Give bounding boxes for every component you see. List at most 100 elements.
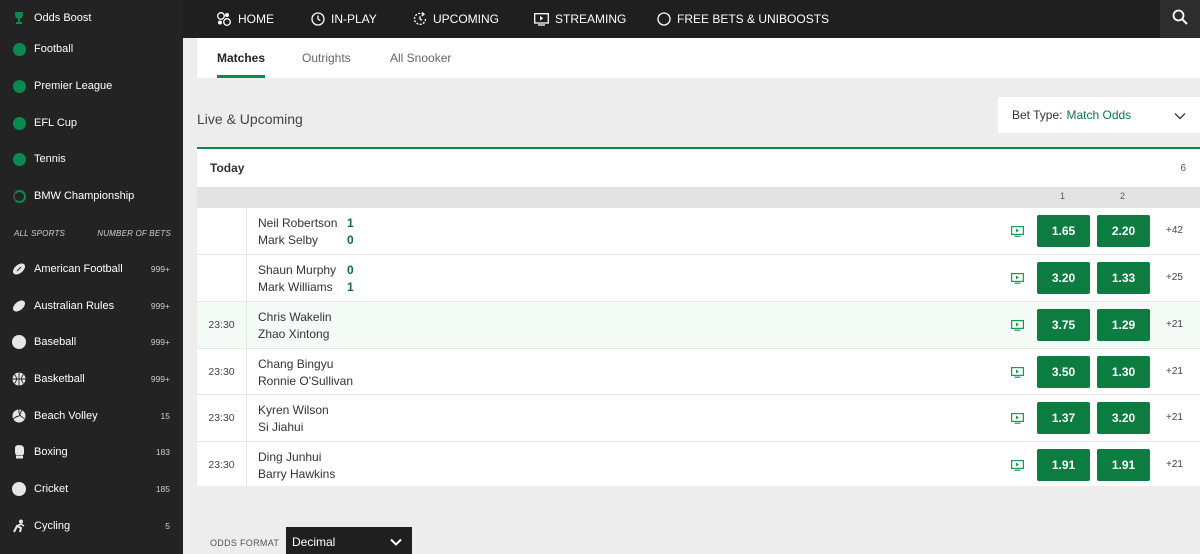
chevron-down-icon bbox=[1174, 109, 1186, 123]
match-time: 23:30 bbox=[197, 395, 247, 441]
sidebar-item-boxing[interactable]: Boxing 183 bbox=[0, 434, 183, 470]
nav-home-label: HOME bbox=[238, 12, 274, 26]
player-2-score: 0 bbox=[347, 233, 354, 247]
basketball-icon bbox=[12, 372, 26, 386]
odds-button-player-2[interactable]: 3.20 bbox=[1097, 402, 1150, 434]
nav-upcoming-label: UPCOMING bbox=[433, 12, 499, 26]
player-1-score: 0 bbox=[347, 263, 354, 277]
odds-button-player-1[interactable]: 1.91 bbox=[1037, 449, 1090, 481]
clock-icon bbox=[311, 12, 325, 26]
nav-streaming-label: STREAMING bbox=[555, 12, 627, 26]
bet-type-value: Match Odds bbox=[1066, 108, 1132, 122]
nav-upcoming[interactable]: UPCOMING bbox=[413, 0, 499, 38]
live-stream-icon[interactable] bbox=[1011, 318, 1025, 336]
odds-button-player-1[interactable]: 3.20 bbox=[1037, 262, 1090, 294]
odds-button-player-2[interactable]: 2.20 bbox=[1097, 215, 1150, 247]
live-stream-icon[interactable] bbox=[1011, 271, 1025, 289]
live-stream-icon[interactable] bbox=[1011, 411, 1025, 429]
odds-format-label: ODDS FORMAT bbox=[210, 538, 280, 548]
odds-button-player-2[interactable]: 1.30 bbox=[1097, 356, 1150, 388]
odds-button-player-1[interactable]: 1.65 bbox=[1037, 215, 1090, 247]
sidebar-item-baseball[interactable]: Baseball 999+ bbox=[0, 324, 183, 360]
player-1-name[interactable]: Chang Bingyu bbox=[258, 357, 333, 371]
football-icon bbox=[12, 116, 26, 130]
match-row[interactable]: 23:30 Kyren Wilson Si Jiahui 1.37 3.20 +21 bbox=[197, 394, 1200, 441]
match-row[interactable]: Shaun Murphy Mark Williams 0 1 3.20 1.33 +25 bbox=[197, 254, 1200, 301]
sub-tabs: Matches Outrights All Snooker bbox=[197, 38, 1200, 78]
more-markets-link[interactable]: +21 bbox=[1166, 319, 1183, 330]
cricket-ball-icon bbox=[12, 482, 26, 496]
group-header[interactable]: Today 6 bbox=[197, 149, 1200, 187]
sidebar-item-basketball[interactable]: Basketball 999+ bbox=[0, 361, 183, 397]
group-title: Today bbox=[210, 161, 245, 175]
football-icon bbox=[12, 79, 26, 93]
player-1-name[interactable]: Chris Wakelin bbox=[258, 310, 332, 324]
odds-button-player-1[interactable]: 3.50 bbox=[1037, 356, 1090, 388]
player-2-name[interactable]: Mark Selby bbox=[258, 233, 318, 247]
player-2-name[interactable]: Barry Hawkins bbox=[258, 467, 335, 481]
bet-count: 999+ bbox=[150, 264, 170, 274]
live-stream-icon[interactable] bbox=[1011, 224, 1025, 242]
odds-button-player-1[interactable]: 3.75 bbox=[1037, 309, 1090, 341]
search-button[interactable] bbox=[1160, 0, 1200, 38]
nav-free-bets[interactable]: FREE BETS & UNIBOOSTS bbox=[657, 0, 829, 38]
more-markets-link[interactable]: +42 bbox=[1166, 225, 1183, 236]
all-sports-heading: ALL SPORTS bbox=[14, 228, 66, 238]
player-1-name[interactable]: Kyren Wilson bbox=[258, 403, 329, 417]
trophy-icon bbox=[12, 11, 26, 25]
match-row[interactable]: Neil Robertson Mark Selby 1 0 1.65 2.20 +42 bbox=[197, 207, 1200, 254]
sidebar-item-label: Beach Volley bbox=[34, 410, 98, 422]
sidebar-item-football[interactable]: Football bbox=[0, 31, 183, 67]
home-icon bbox=[216, 11, 232, 27]
nav-free-bets-label: FREE BETS & UNIBOOSTS bbox=[677, 12, 830, 26]
boxing-glove-icon bbox=[12, 445, 26, 459]
live-stream-icon[interactable] bbox=[1011, 365, 1025, 383]
sidebar-item-label: Odds Boost bbox=[34, 12, 92, 24]
more-markets-link[interactable]: +25 bbox=[1166, 272, 1183, 283]
bet-count: 185 bbox=[155, 484, 170, 494]
player-1-name[interactable]: Neil Robertson bbox=[258, 216, 337, 230]
odds-button-player-2[interactable]: 1.29 bbox=[1097, 309, 1150, 341]
nav-in-play[interactable]: IN-PLAY bbox=[311, 0, 377, 38]
bet-type-dropdown[interactable]: Bet Type: Match Odds bbox=[998, 97, 1200, 133]
sidebar-item-efl-cup[interactable]: EFL Cup bbox=[0, 105, 183, 141]
odds-button-player-1[interactable]: 1.37 bbox=[1037, 402, 1090, 434]
more-markets-link[interactable]: +21 bbox=[1166, 366, 1183, 377]
live-stream-icon[interactable] bbox=[1011, 458, 1025, 476]
match-time: 23:30 bbox=[197, 349, 247, 395]
player-2-name[interactable]: Mark Williams bbox=[258, 280, 333, 294]
more-markets-link[interactable]: +21 bbox=[1166, 412, 1183, 423]
sidebar-item-cycling[interactable]: Cycling 5 bbox=[0, 508, 183, 544]
match-row[interactable]: 23:30 Chang Bingyu Ronnie O'Sullivan 3.50 1.… bbox=[197, 348, 1200, 395]
tennis-ball-icon bbox=[12, 152, 26, 166]
sidebar-item-bmw-championship[interactable]: BMW Championship bbox=[0, 178, 183, 214]
sidebar-item-premier-league[interactable]: Premier League bbox=[0, 68, 183, 104]
sidebar-item-label: Tennis bbox=[34, 153, 66, 165]
player-2-name[interactable]: Si Jiahui bbox=[258, 420, 303, 434]
tab-all-snooker[interactable]: All Snooker bbox=[390, 38, 451, 78]
sidebar-item-beach-volley[interactable]: Beach Volley 15 bbox=[0, 398, 183, 434]
player-2-name[interactable]: Ronnie O'Sullivan bbox=[258, 374, 353, 388]
baseball-icon bbox=[12, 335, 26, 349]
sidebar-item-tennis[interactable]: Tennis bbox=[0, 141, 183, 177]
sidebar-item-american-football[interactable]: American Football 999+ bbox=[0, 251, 183, 287]
bet-count: 5 bbox=[165, 521, 170, 531]
sidebar-item-australian-rules[interactable]: Australian Rules 999+ bbox=[0, 288, 183, 324]
odds-format-select[interactable]: Decimal bbox=[286, 527, 412, 554]
match-row[interactable]: 23:30 Ding Junhui Barry Hawkins 1.91 1.91 +21 bbox=[197, 441, 1200, 488]
odds-button-player-2[interactable]: 1.33 bbox=[1097, 262, 1150, 294]
sidebar-sports-header: ALL SPORTS NUMBER OF BETS bbox=[0, 224, 183, 242]
nav-streaming[interactable]: STREAMING bbox=[534, 0, 626, 38]
tab-outrights[interactable]: Outrights bbox=[302, 38, 351, 78]
player-1-name[interactable]: Shaun Murphy bbox=[258, 263, 336, 277]
more-markets-link[interactable]: +21 bbox=[1166, 459, 1183, 470]
nav-home[interactable]: HOME bbox=[216, 0, 274, 38]
player-1-name[interactable]: Ding Junhui bbox=[258, 450, 321, 464]
odds-button-player-2[interactable]: 1.91 bbox=[1097, 449, 1150, 481]
sidebar-item-cricket[interactable]: Cricket 185 bbox=[0, 471, 183, 507]
sidebar-item-label: Australian Rules bbox=[34, 300, 115, 312]
player-2-name[interactable]: Zhao Xintong bbox=[258, 327, 329, 341]
match-row[interactable]: 23:30 Chris Wakelin Zhao Xintong 3.75 1.29 +2… bbox=[197, 301, 1200, 348]
tab-matches[interactable]: Matches bbox=[217, 38, 266, 78]
odds-column-header: 1 2 bbox=[197, 187, 1200, 207]
